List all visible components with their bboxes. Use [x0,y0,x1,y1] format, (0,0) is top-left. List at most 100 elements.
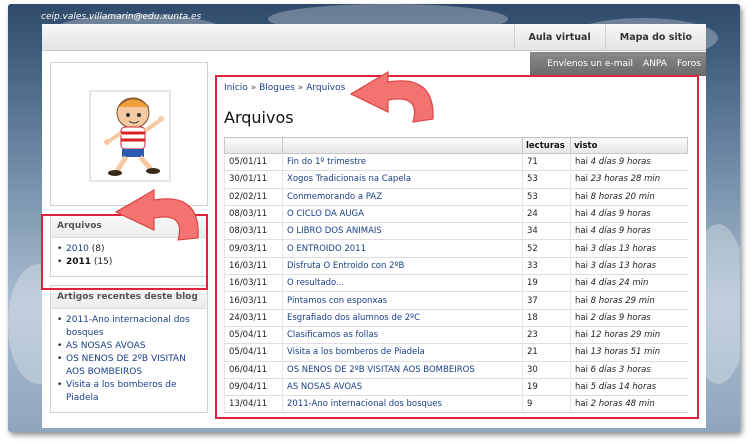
main-content: Inicio » Blogues » Arquivos Arquivos lec… [224,80,702,414]
breadcrumb-blogues[interactable]: Blogues [259,83,295,93]
breadcrumb-separator: » [297,83,304,93]
breadcrumb-inicio[interactable]: Inicio [224,83,248,93]
post-date: 30/01/11 [224,170,283,189]
post-seen-time: 3 días 13 horas [590,243,657,254]
post-reads: 24 [522,205,571,224]
post-reads: 9 [522,395,571,414]
post-date: 08/03/11 [224,205,283,224]
post-title-link[interactable]: Clasificamos as follas [282,326,523,345]
subnav-email[interactable]: Envíenos un e-mail [542,52,638,76]
post-date: 05/04/11 [224,326,283,345]
table-row: 16/03/11 Disfruta O Entroido con 2ºB 33 hai… [224,257,688,276]
post-date: 05/01/11 [224,153,283,172]
subnav-anpa[interactable]: ANPA [638,52,672,76]
subnav-foros[interactable]: Foros [672,52,706,76]
post-title-link[interactable]: Pintamos con esponxas [282,291,523,310]
recent-post-link[interactable]: 2011-Ano internacional dos bosques [57,314,201,340]
table-row: 06/04/11 OS NENOS DE 2ºB VISITAN AOS BOMB… [224,361,688,379]
col-date-header[interactable] [224,137,283,154]
table-row: 05/04/11 Visita a los bomberos de Piadela… [224,343,688,362]
post-seen: hai 4 días 24 min [570,274,688,293]
post-seen: hai 4 días 9 horas [570,153,688,172]
post-seen: hai 2 días 9 horas [570,309,688,327]
post-seen-prefix: hai [575,312,591,323]
archive-year-link[interactable]: 2010 [66,244,89,254]
col-title-header[interactable] [282,137,523,154]
archive-year-item[interactable]: 2011 (15) [57,256,201,269]
post-title-link[interactable]: Xogos Tradicionais na Capela [282,170,523,189]
recent-post-link[interactable]: Visita a los bomberos de Piadela [57,379,201,405]
post-seen: hai 23 horas 28 min [570,170,688,189]
table-row: 24/03/11 Esgrafiado dos alumnos de 2ºC 18 h… [224,309,688,327]
curved-arrow-icon [114,188,199,241]
post-title-link[interactable]: Esgrafiado dos alumnos de 2ºC [282,309,523,327]
post-date: 16/03/11 [224,257,283,276]
table-row: 13/04/11 2011-Ano internacional dos bosqu… [224,395,688,414]
post-reads: 19 [522,274,571,293]
post-title-link[interactable]: OS NENOS DE 2ºB VISITAN AOS BOMBEIROS [282,361,523,379]
post-seen: hai 3 días 13 horas [570,239,688,258]
post-reads: 52 [522,239,571,258]
post-seen-prefix: hai [575,243,591,254]
post-title-link[interactable]: 2011-Ano internacional dos bosques [282,395,523,414]
post-seen-time: 4 días 9 horas [590,157,651,168]
curved-arrow-icon [349,70,434,123]
archive-year-item[interactable]: 2010 (8) [57,243,201,256]
post-title-link[interactable]: Fin do 1º trimestre [282,153,523,172]
post-seen-time: 3 días 13 horas [590,260,657,271]
post-date: 05/04/11 [224,343,283,362]
table-row: 16/03/11 Pintamos con esponxas 37 hai 8 hor… [224,291,688,310]
archive-year-link[interactable]: 2011 [66,257,91,267]
post-seen-prefix: hai [575,347,591,358]
post-seen: hai 2 horas 48 min [570,395,688,414]
recent-posts-block: Artigos recentes deste blog 2011-Ano int… [50,285,208,413]
post-seen-time: 4 días 9 horas [590,209,651,220]
post-seen-time: 2 horas 48 min [590,399,655,410]
table-row: 08/03/11 O CICLO DA AUGA 24 hai 4 días 9 ho… [224,205,688,224]
table-row: 08/03/11 O LIBRO DOS ANIMAIS 34 hai 4 días … [224,222,688,241]
breadcrumb-arquivos[interactable]: Arquivos [306,83,345,93]
post-reads: 21 [522,343,571,362]
post-date: 09/03/11 [224,239,283,258]
col-reads-header[interactable]: lecturas [522,137,571,154]
table-row: 05/04/11 Clasificamos as follas 23 hai 12 h… [224,326,688,345]
post-reads: 19 [522,378,571,397]
post-title-link[interactable]: AS NOSAS AVOAS [282,378,523,397]
table-row: 16/03/11 O resultado... 19 hai 4 días 24 mi… [224,274,688,293]
post-reads: 23 [522,326,571,345]
secondary-navigation: Envíenos un e-mail ANPA Foros [530,52,706,76]
table-row: 30/01/11 Xogos Tradicionais na Capela 53 ha… [224,170,688,189]
table-row: 02/02/11 Conmemorando a PAZ 53 hai 8 horas … [224,188,688,206]
post-date: 09/04/11 [224,378,283,397]
col-seen-header[interactable]: visto [570,137,688,154]
post-seen-prefix: hai [575,295,591,306]
post-date: 02/02/11 [224,188,283,206]
posts-table: lecturas visto 05/01/11 Fin do 1º trimest… [224,137,688,414]
post-seen-prefix: hai [575,260,591,271]
post-date: 24/03/11 [224,309,283,327]
post-title-link[interactable]: O CICLO DA AUGA [282,205,523,224]
post-title-link[interactable]: Disfruta O Entroido con 2ºB [282,257,523,276]
post-title-link[interactable]: O ENTROIDO 2011 [282,239,523,258]
post-seen-prefix: hai [575,191,591,202]
post-title-link[interactable]: Conmemorando a PAZ [282,188,523,206]
post-seen: hai 4 días 9 horas [570,205,688,224]
post-date: 13/04/11 [224,395,283,414]
post-title-link[interactable]: O resultado... [282,274,523,293]
page-title: Arquivos [224,108,294,127]
post-seen-prefix: hai [575,330,591,341]
post-date: 16/03/11 [224,291,283,310]
post-seen-time: 23 horas 28 min [590,174,661,185]
recent-post-link[interactable]: AS NOSAS AVOAS [57,340,201,353]
post-reads: 18 [522,309,571,327]
nav-mapa-do-sitio[interactable]: Mapa do sitio [604,24,706,51]
archive-year-count: (8) [88,244,105,254]
post-reads: 37 [522,291,571,310]
post-title-link[interactable]: O LIBRO DOS ANIMAIS [282,222,523,241]
post-seen: hai 4 días 9 horas [570,222,688,241]
recent-post-link[interactable]: OS NENOS DE 2ºB VISITAN AOS BOMBEIROS [57,353,201,379]
post-seen: hai 6 días 3 horas [570,361,688,379]
post-title-link[interactable]: Visita a los bomberos de Piadela [282,343,523,362]
nav-aula-virtual[interactable]: Aula virtual [513,24,605,51]
post-seen-prefix: hai [575,382,591,392]
